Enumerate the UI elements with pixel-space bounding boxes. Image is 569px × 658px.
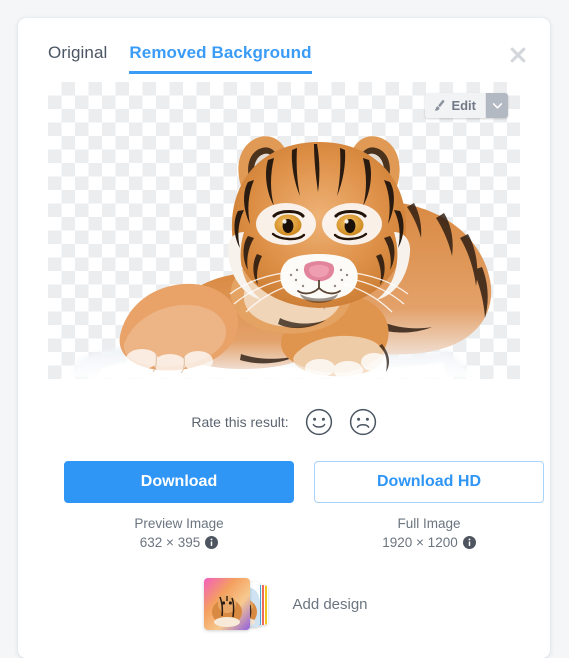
edit-button-group[interactable]: Edit [425,93,508,118]
download-hd-button[interactable]: Download HD [314,461,544,503]
rate-happy-button[interactable] [305,408,333,436]
info-icon[interactable] [462,536,476,549]
gradient-thumb-icon [204,578,251,630]
download-hd-button-label: Download HD [377,473,481,490]
download-preview-size-row: 632 × 395 [64,533,294,552]
tab-removed-background-label: Removed Background [129,43,312,62]
design-thumbnail-stack [200,578,278,630]
edit-button-label: Edit [451,98,476,113]
app-root: Original Removed Background Edit Rate th… [0,0,569,658]
edit-button[interactable]: Edit [425,93,485,118]
chevron-down-icon [492,102,502,109]
download-button-label: Download [140,473,218,490]
rating-row: Rate this result: [18,408,550,436]
image-preview-stage[interactable]: Edit [48,82,520,379]
tab-bar: Original Removed Background [48,43,312,74]
rating-label: Rate this result: [191,414,289,430]
tiger-image [68,136,492,379]
download-button[interactable]: Download [64,461,294,503]
download-hd-size: 1920 × 1200 [382,535,458,550]
download-preview-column: Download Preview Image 632 × 395 [64,461,294,552]
info-icon[interactable] [205,536,219,549]
close-button[interactable] [504,41,532,69]
add-design-label: Add design [292,595,368,613]
tab-original-label: Original [48,43,108,62]
download-row: Download Preview Image 632 × 395 Downloa… [64,461,544,552]
edit-dropdown-button[interactable] [485,93,508,118]
design-thumb-gradient [204,578,251,630]
download-hd-column: Download HD Full Image 1920 × 1200 [314,461,544,552]
add-design-button[interactable]: Add design [18,578,550,630]
download-preview-caption: Preview Image [134,516,224,531]
download-preview-size: 632 × 395 [139,535,201,550]
close-icon [510,47,526,63]
download-hd-caption: Full Image [397,516,461,531]
rate-sad-button[interactable] [349,408,377,436]
tab-original[interactable]: Original [48,43,107,74]
result-card: Original Removed Background Edit Rate th… [18,18,550,658]
preview-image-wrapper: Edit [48,82,520,379]
tab-removed-background[interactable]: Removed Background [129,43,312,74]
paintbrush-icon [434,100,445,111]
download-hd-size-row: 1920 × 1200 [314,533,544,552]
